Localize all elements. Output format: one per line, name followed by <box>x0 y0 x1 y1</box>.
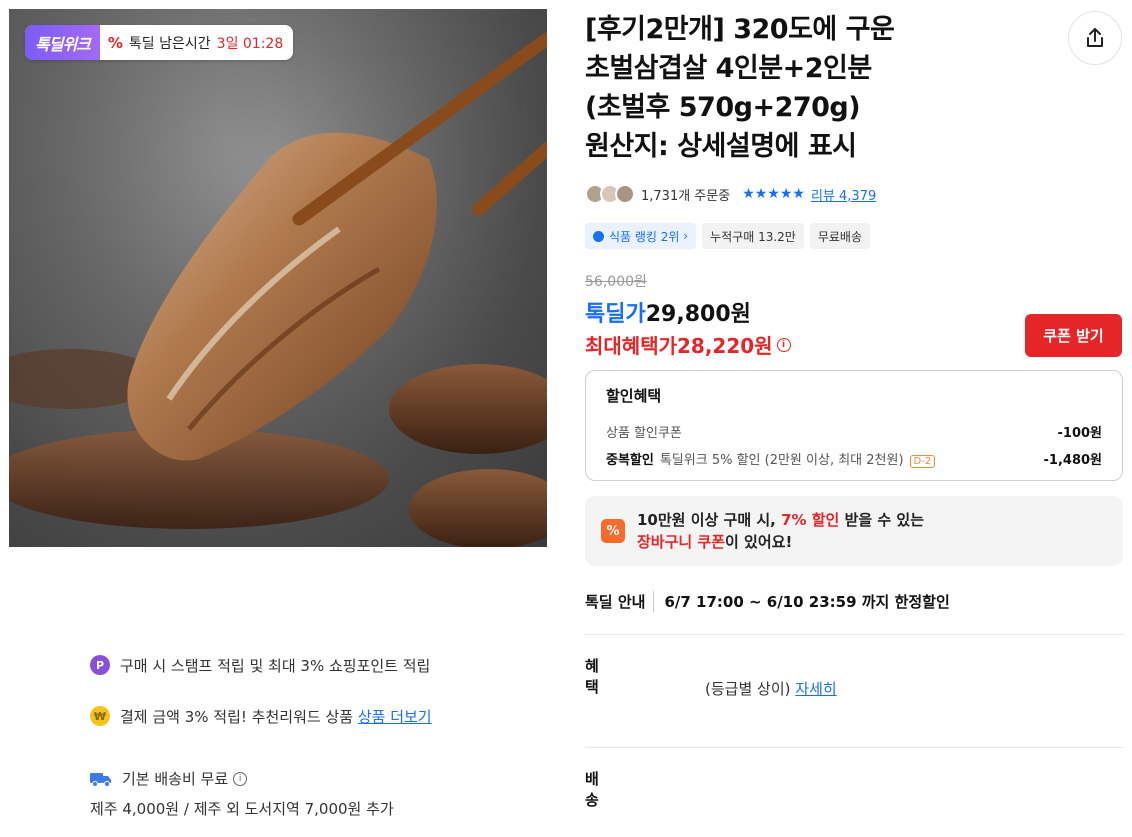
truck-icon <box>90 772 111 787</box>
deal-timer-label: 톡딜 남은시간 <box>128 35 211 52</box>
deal-price: 톡딜가29,800원 <box>585 296 751 328</box>
discount-label: 상품 할인쿠폰 <box>606 426 682 441</box>
discount-bold-label: 중복할인 <box>606 453 654 468</box>
cart-text: 받을 수 있는 <box>839 511 925 529</box>
get-coupon-button[interactable]: 쿠폰 받기 <box>1025 314 1122 357</box>
info-icon[interactable]: i <box>233 771 248 786</box>
benefit-key: 혜택 <box>585 657 599 696</box>
cart-text: 이 있어요! <box>725 533 793 551</box>
share-icon <box>1087 28 1103 47</box>
coupon-icon: % <box>601 519 625 543</box>
cart-text: 10만원 이상 구매 시, <box>637 511 782 529</box>
title-line: 원산지: 상세설명에 표시 <box>585 131 857 162</box>
review-summary: 1,731개 주문중 ★★★★★ 리뷰 4,379 <box>585 184 876 204</box>
benefit-text: 결제 금액 3% 적립! 추천리워드 상품 <box>120 708 354 726</box>
title-line: [후기2만개] 320도에 구운 <box>585 14 895 45</box>
divider <box>585 634 1123 635</box>
badge-row: 식품 랭킹 2위 › 누적구매 13.2만 무료배송 <box>585 223 870 249</box>
cart-text-highlight: 장바구니 쿠폰 <box>637 533 726 551</box>
deal-remaining-time: 3일 01:28 <box>216 35 284 52</box>
original-price: 56,000원 <box>585 274 647 290</box>
divider <box>585 747 1123 748</box>
max-price-value: 28,220원 <box>677 334 773 358</box>
review-link[interactable]: 리뷰 4,379 <box>811 185 876 204</box>
cart-text-highlight: 7% 할인 <box>781 511 840 529</box>
percent-icon: % <box>107 33 123 52</box>
discount-header: 할인혜택 <box>606 387 662 405</box>
max-price-label: 최대혜택가 <box>585 334 677 358</box>
shipping-key: 배송 <box>585 770 599 809</box>
shipping-line: 기본 배송비 무료 i <box>90 768 248 789</box>
benefit-line: P 구매 시 스탬프 적립 및 최대 3% 쇼핑포인트 적립 <box>90 655 530 676</box>
share-button[interactable] <box>1068 11 1122 65</box>
title-line: (초벌후 570g+270g) <box>585 92 861 123</box>
d-day-badge: D-2 <box>909 455 936 468</box>
deal-price-label: 톡딜가 <box>585 302 646 327</box>
pork-belly-illustration <box>9 9 547 547</box>
cart-coupon-banner[interactable]: % 10만원 이상 구매 시, 7% 할인 받을 수 있는 장바구니 쿠폰이 있… <box>585 496 1123 566</box>
cumulative-badge: 누적구매 13.2만 <box>702 223 804 249</box>
discount-amount: -100원 <box>1057 426 1103 441</box>
product-title: [후기2만개] 320도에 구운 초벌삼겹살 4인분+2인분 (초벌후 570g… <box>585 10 1123 166</box>
deal-guide: 톡딜 안내 6/7 17:00 ~ 6/10 23:59 까지 한정할인 <box>585 591 950 612</box>
ranking-icon <box>593 230 604 242</box>
discount-label: 톡딜위크 5% 할인 (2만원 이상, 최대 2천원) <box>659 453 904 468</box>
free-shipping-badge: 무료배송 <box>809 223 870 249</box>
title-line: 초벌삼겹살 4인분+2인분 <box>585 53 872 84</box>
shipping-line: 제주 4,000원 / 제주 외 도서지역 7,000원 추가 <box>90 798 394 819</box>
discount-row: 상품 할인쿠폰 -100원 <box>606 422 1102 441</box>
benefit-line: ₩ 결제 금액 3% 적립! 추천리워드 상품 상품 더보기 <box>90 706 530 727</box>
product-image[interactable]: 톡딜위크 % 톡딜 남은시간 3일 01:28 <box>9 9 547 547</box>
shipping-extra: 제주 4,000원 / 제주 외 도서지역 7,000원 추가 <box>90 800 394 818</box>
max-benefit-price: 최대혜택가 28,220원 i <box>585 330 791 359</box>
order-count: 1,731개 주문중 <box>641 188 731 204</box>
discount-amount: -1,480원 <box>1043 453 1102 468</box>
details-link[interactable]: 자세히 <box>795 678 836 699</box>
won-coin-icon: ₩ <box>90 706 110 726</box>
rating-stars-icon: ★★★★★ <box>742 186 805 202</box>
buyer-avatars <box>585 184 635 204</box>
guide-value: 6/7 17:00 ~ 6/10 23:59 까지 한정할인 <box>664 593 950 611</box>
info-icon[interactable]: i <box>776 337 791 352</box>
ranking-label: 식품 랭킹 2위 <box>609 229 680 244</box>
more-products-link[interactable]: 상품 더보기 <box>358 706 432 727</box>
chevron-right-icon: › <box>679 229 689 243</box>
benefit-line: (등급별 상이) 자세히 <box>705 678 1132 699</box>
deal-price-value: 29,800원 <box>645 302 751 327</box>
benefit-text: 구매 시 스탬프 적립 및 최대 3% 쇼핑포인트 적립 <box>120 657 431 675</box>
shipping-fee: 기본 배송비 무료 <box>122 770 229 788</box>
point-coin-icon: P <box>90 655 110 675</box>
ranking-badge[interactable]: 식품 랭킹 2위 › <box>585 223 697 249</box>
benefit-text: (등급별 상이) <box>705 680 791 698</box>
avatar <box>615 184 635 204</box>
deal-brand-label: 톡딜위크 <box>25 25 100 60</box>
discount-benefits-box: 할인혜택 상품 할인쿠폰 -100원 중복할인 톡딜위크 5% 할인 (2만원 이… <box>585 370 1123 481</box>
deal-timer-tag: 톡딜위크 % 톡딜 남은시간 3일 01:28 <box>25 25 294 60</box>
guide-key: 톡딜 안내 <box>585 591 655 612</box>
discount-row: 중복할인 톡딜위크 5% 할인 (2만원 이상, 최대 2천원) D-2 -1,48… <box>606 449 1102 468</box>
